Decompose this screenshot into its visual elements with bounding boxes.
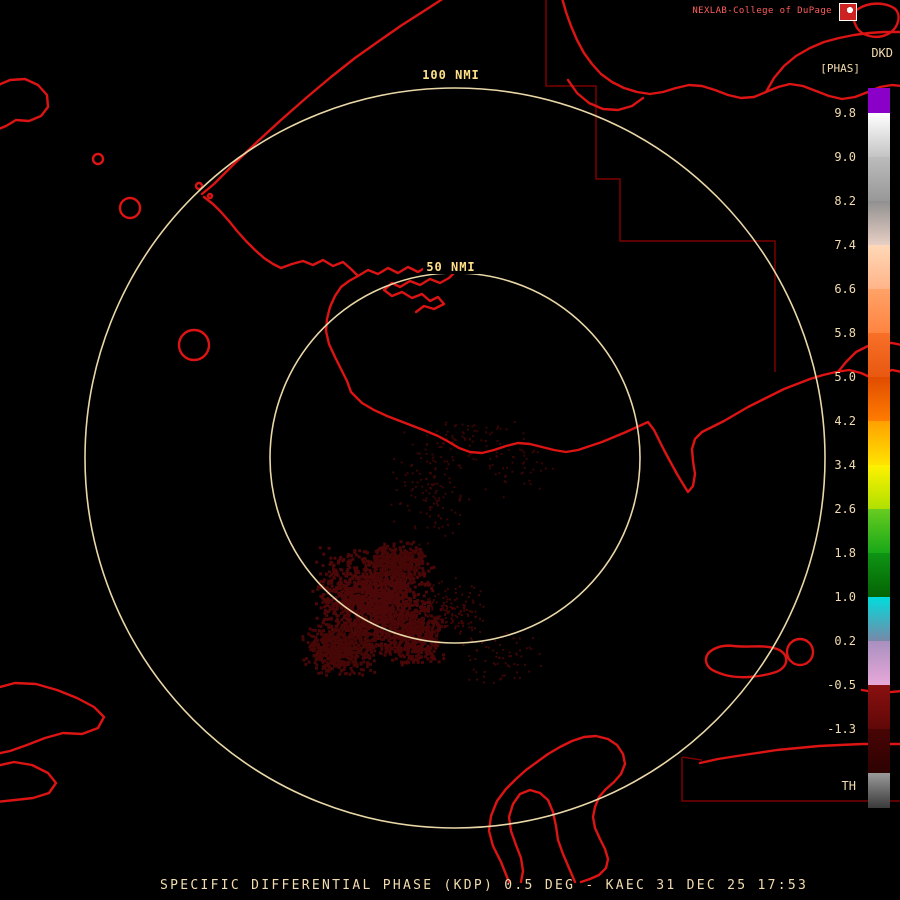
header-title: NEXLAB-College of DuPage <box>692 6 832 16</box>
colorbar-segment <box>868 641 890 685</box>
colorbar-segment <box>868 289 890 333</box>
colorbar-tick-label: 4.2 <box>834 414 856 428</box>
colorbar-tick-label: 0.2 <box>834 634 856 648</box>
range-ring-labels: 100 NMI 50 NMI <box>420 66 482 274</box>
threshold-label: TH <box>842 779 856 793</box>
colorbar-segment <box>868 333 890 377</box>
colorbar-tick-label: 9.0 <box>834 150 856 164</box>
colorbar-segment <box>868 245 890 289</box>
colorbar-segment <box>868 465 890 509</box>
colorbar-segment <box>868 421 890 465</box>
colorbar-segment <box>868 685 890 729</box>
colorbar-segment <box>868 509 890 553</box>
units-label: [PHAS] <box>820 62 860 75</box>
colorbar-tick-label: -1.3 <box>827 722 856 736</box>
colorbar-segment <box>868 377 890 421</box>
radar-display: 100 NMI 50 NMI NEXLAB-College of DuPage … <box>0 0 900 900</box>
colorbar-tick-label: 5.8 <box>834 326 856 340</box>
colorbar-tick-label: 9.8 <box>834 106 856 120</box>
colorbar-segment <box>868 597 890 641</box>
colorbar-segment <box>868 553 890 597</box>
colorbar-segment <box>868 729 890 773</box>
colorbar-segment <box>868 773 890 808</box>
colorbar-tick-label: 3.4 <box>834 458 856 472</box>
echo-layer <box>301 421 554 684</box>
colorbar-tick-label: 1.0 <box>834 590 856 604</box>
colorbar-tick-label: 6.6 <box>834 282 856 296</box>
colorbar-tick-label: -0.5 <box>827 678 856 692</box>
colorbar-segment <box>868 113 890 157</box>
colorbar-tick-label: 8.2 <box>834 194 856 208</box>
colorbar-tick-label: 7.4 <box>834 238 856 252</box>
colorbar-segment <box>868 88 890 113</box>
range-ring-label-50nmi: 50 NMI <box>426 260 475 274</box>
colorbar-segment <box>868 157 890 201</box>
nexlab-logo-icon <box>840 4 856 20</box>
colorbar-segment <box>868 201 890 245</box>
colorbar <box>868 88 890 808</box>
map-svg: 100 NMI 50 NMI <box>0 0 900 900</box>
product-code-label: DKD <box>871 46 893 60</box>
colorbar-tick-label: 1.8 <box>834 546 856 560</box>
range-ring-100nmi <box>85 88 825 828</box>
range-ring-label-100nmi: 100 NMI <box>422 68 480 82</box>
colorbar-tick-label: 2.6 <box>834 502 856 516</box>
footer-status: SPECIFIC DIFFERENTIAL PHASE (KDP) 0.5 DE… <box>160 878 808 893</box>
colorbar-tick-label: 5.0 <box>834 370 856 384</box>
range-rings <box>85 88 825 828</box>
coastline-paths <box>0 0 900 882</box>
